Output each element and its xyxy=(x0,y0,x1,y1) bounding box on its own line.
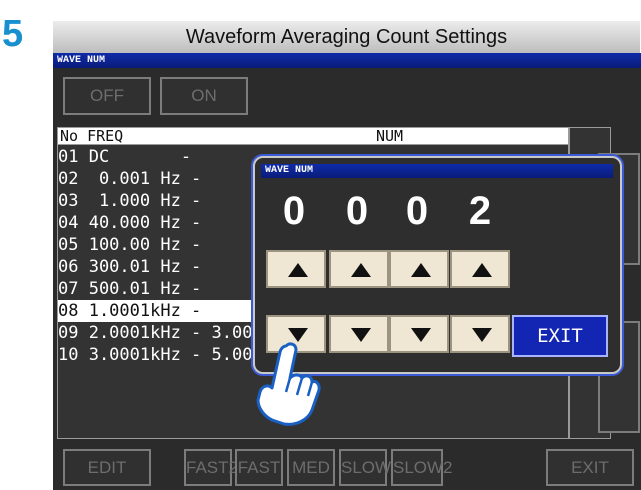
digit-1-up-button[interactable] xyxy=(266,250,326,288)
dialog-exit-button[interactable]: EXIT xyxy=(512,315,608,357)
heading-text: Waveform Averaging Count Settings xyxy=(185,26,508,48)
triangle-down-icon xyxy=(351,328,371,342)
slow2-button[interactable]: SLOW2 xyxy=(391,449,453,486)
pointing-hand-icon xyxy=(256,342,321,426)
edit-button[interactable]: EDIT xyxy=(63,449,151,486)
digit-2: 0 xyxy=(345,189,369,233)
exit-button[interactable]: EXIT xyxy=(546,449,634,486)
triangle-up-icon xyxy=(288,263,308,277)
digit-4-up-button[interactable] xyxy=(450,250,510,288)
triangle-down-icon xyxy=(411,328,431,342)
med-button[interactable]: MED xyxy=(287,449,335,486)
section-heading: Waveform Averaging Count Settings xyxy=(53,21,640,53)
triangle-up-icon xyxy=(411,263,431,277)
slow-button[interactable]: SLOW xyxy=(339,449,391,486)
header-num: NUM xyxy=(376,127,404,145)
digit-2-up-button[interactable] xyxy=(329,250,389,288)
digit-1: 0 xyxy=(282,189,306,233)
triangle-up-icon xyxy=(351,263,371,277)
header-no-freq: No FREQ xyxy=(60,127,124,145)
fast2-button[interactable]: FAST2 xyxy=(184,449,238,486)
triangle-up-icon xyxy=(472,263,492,277)
dialog-title: WAVE NUM xyxy=(261,164,613,178)
screen-title: WAVE NUM xyxy=(53,53,641,68)
step-number: 5 xyxy=(2,13,24,55)
digit-2-down-button[interactable] xyxy=(329,315,389,353)
digit-4-down-button[interactable] xyxy=(450,315,510,353)
fast-button[interactable]: FAST xyxy=(235,449,283,486)
digit-4: 2 xyxy=(468,189,492,233)
digit-3: 0 xyxy=(405,189,429,233)
off-button[interactable]: OFF xyxy=(63,77,151,115)
digit-3-up-button[interactable] xyxy=(389,250,449,288)
on-button[interactable]: ON xyxy=(160,77,248,115)
table-header: No FREQ NUM xyxy=(57,127,569,145)
triangle-down-icon xyxy=(472,328,492,342)
digit-3-down-button[interactable] xyxy=(389,315,449,353)
